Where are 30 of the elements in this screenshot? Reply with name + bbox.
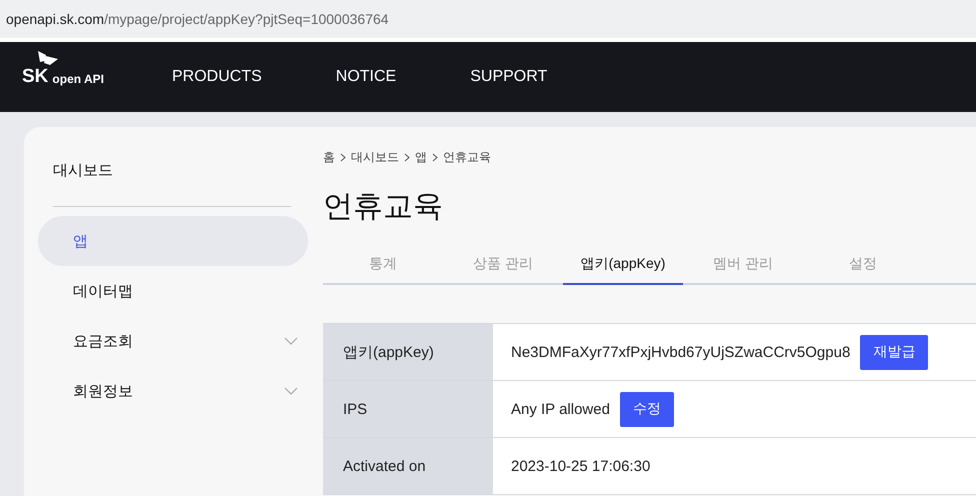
sidebar-item[interactable]: 데이터맵 bbox=[38, 266, 308, 316]
address-bar[interactable]: openapi.sk.com/mypage/project/appKey?pjtSeq=1000036764 bbox=[0, 0, 976, 42]
breadcrumb-link[interactable]: 홈 bbox=[323, 149, 335, 166]
chevron-right-icon bbox=[404, 153, 410, 162]
breadcrumb-link[interactable]: 앱 bbox=[415, 149, 427, 166]
row-label: 앱키(appKey) bbox=[323, 324, 493, 380]
chevron-right-icon bbox=[340, 153, 346, 162]
chevron-down-icon bbox=[284, 387, 298, 395]
chevron-down-icon bbox=[284, 337, 298, 345]
row-value: 2023-10-25 17:06:30 bbox=[511, 458, 650, 474]
sidebar-item[interactable]: 앱 bbox=[38, 216, 308, 266]
action-button[interactable]: 수정 bbox=[620, 392, 674, 426]
logo-text: open API bbox=[52, 72, 104, 88]
action-button[interactable]: 재발급 bbox=[860, 334, 928, 370]
chevron-right-icon bbox=[432, 153, 438, 162]
row-label: IPS bbox=[323, 381, 493, 437]
tab[interactable]: 앱키(appKey) bbox=[563, 245, 683, 285]
nav-link[interactable]: SUPPORT bbox=[470, 68, 548, 86]
row-value: Any IP allowed bbox=[511, 400, 610, 418]
breadcrumb-link[interactable]: 언휴교육 bbox=[443, 149, 491, 166]
nav-link[interactable]: PRODUCTS bbox=[172, 68, 262, 86]
sidebar-item[interactable]: 회원정보 bbox=[38, 366, 308, 416]
page-title: 언휴교육 bbox=[323, 189, 444, 225]
row-value: Ne3DMFaXyr77xfPxjHvbd67yUjSZwaCCrv5Ogpu8 bbox=[511, 344, 850, 360]
breadcrumb-link[interactable]: 대시보드 bbox=[351, 149, 399, 166]
nav-link[interactable]: NOTICE bbox=[336, 68, 396, 86]
row-label: Activated on bbox=[323, 438, 493, 494]
sidebar-heading: 대시보드 bbox=[53, 161, 291, 207]
sidebar-item[interactable]: 요금조회 bbox=[38, 316, 308, 366]
logo-mark: SK bbox=[22, 66, 48, 88]
